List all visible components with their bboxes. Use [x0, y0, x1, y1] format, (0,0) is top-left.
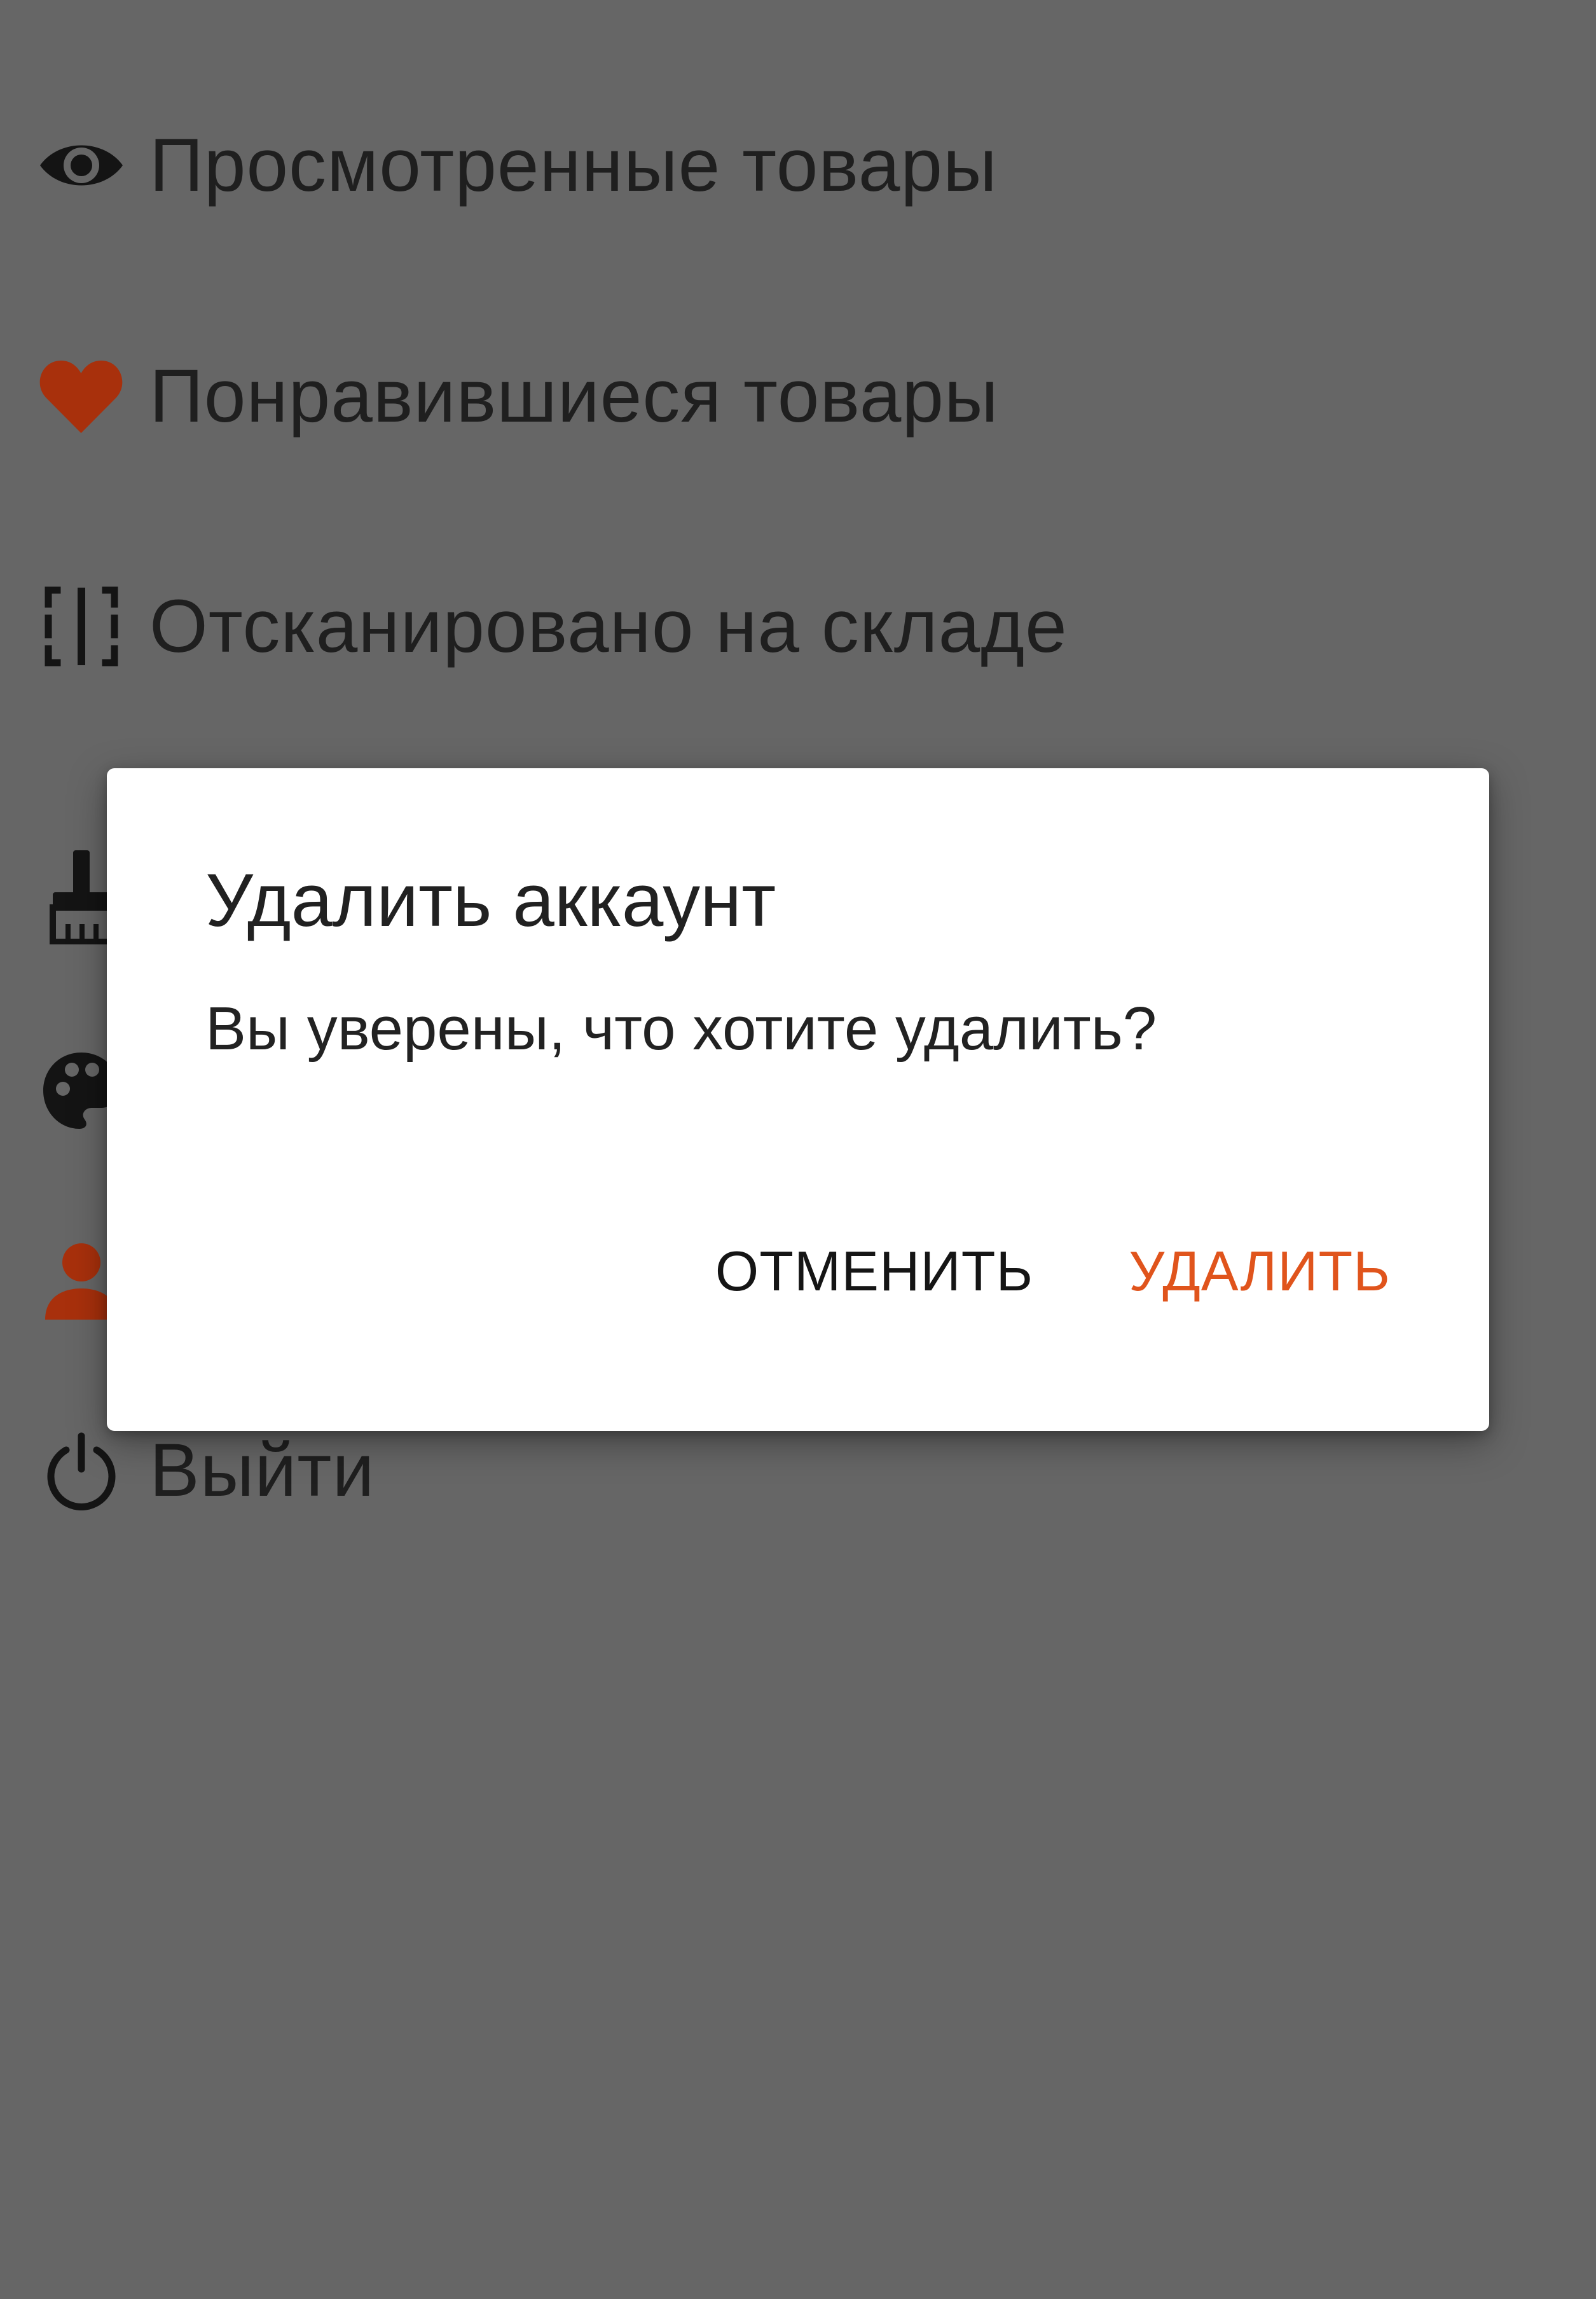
menu-item-logout[interactable]: Выйти [35, 1423, 375, 1518]
menu-item-label: Просмотренные товары [149, 123, 998, 207]
power-icon [35, 1425, 127, 1517]
dialog-title: Удалить аккаунт [205, 859, 776, 942]
scan-icon [35, 581, 127, 673]
delete-button[interactable]: УДАЛИТЬ [1129, 1226, 1391, 1316]
dialog-message: Вы уверены, что хотите удалить? [205, 995, 1157, 1063]
delete-account-dialog: Удалить аккаунт Вы уверены, что хотите у… [107, 768, 1489, 1431]
menu-item-viewed-products[interactable]: Просмотренные товары [35, 118, 998, 213]
menu-item-liked-products[interactable]: Понравившиеся товары [35, 349, 999, 444]
heart-icon [35, 350, 127, 443]
eye-icon [35, 120, 127, 212]
cancel-button[interactable]: ОТМЕНИТЬ [715, 1226, 1034, 1316]
menu-item-label: Выйти [149, 1428, 375, 1512]
dialog-actions: ОТМЕНИТЬ УДАЛИТЬ [715, 1226, 1391, 1316]
menu-item-scanned-warehouse[interactable]: Отсканировано на складе [35, 579, 1068, 674]
menu-item-label: Понравившиеся товары [149, 354, 999, 438]
menu-item-label: Отсканировано на складе [149, 584, 1068, 668]
